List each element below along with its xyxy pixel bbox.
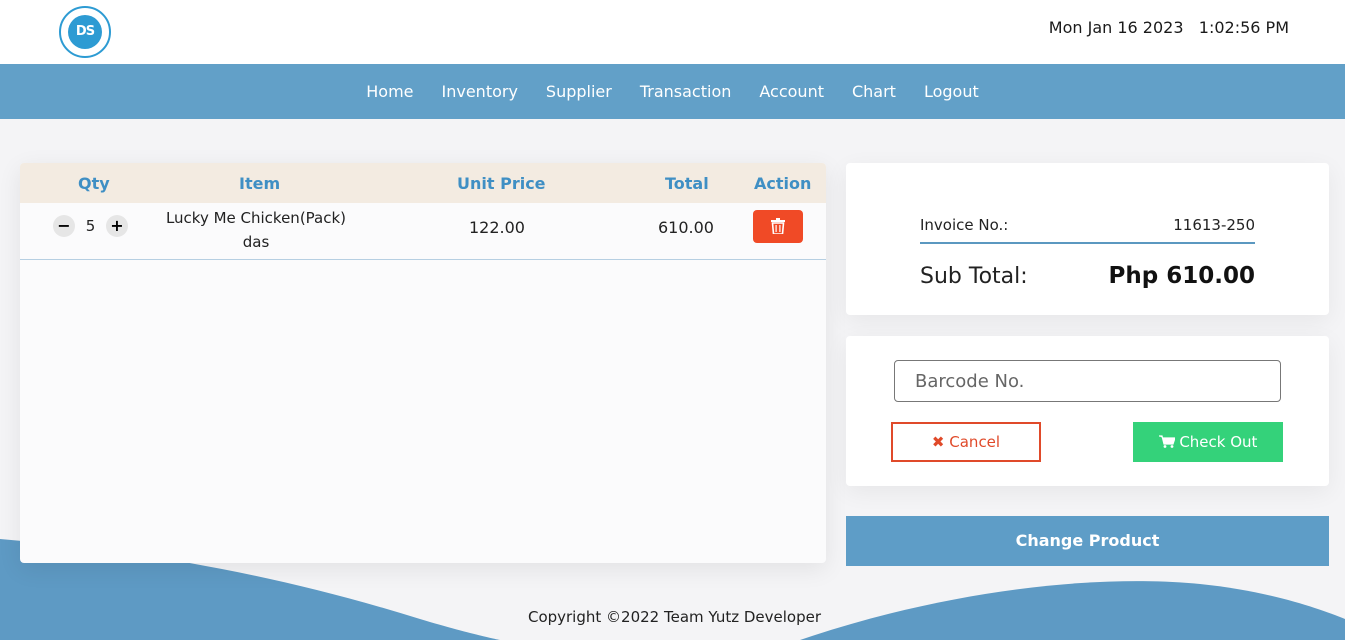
close-icon: ✖: [931, 433, 945, 451]
invoice-label: Invoice No.:: [920, 216, 1009, 234]
nav-supplier[interactable]: Supplier: [532, 82, 626, 101]
header-action: Action: [754, 174, 812, 193]
header-total: Total: [665, 174, 709, 193]
logo-mark: DS: [68, 15, 102, 49]
invoice-divider: [920, 242, 1255, 244]
datetime: Mon Jan 16 2023 1:02:56 PM: [1049, 18, 1289, 37]
date-text: Mon Jan 16 2023: [1048, 18, 1184, 37]
quantity-stepper: − 5 +: [53, 215, 128, 237]
nav-account[interactable]: Account: [745, 82, 838, 101]
header-qty: Qty: [78, 174, 110, 193]
trash-icon: [771, 218, 785, 235]
change-product-button[interactable]: Change Product: [846, 516, 1329, 566]
checkout-label: Check Out: [1179, 433, 1258, 451]
top-bar: DS Mon Jan 16 2023 1:02:56 PM: [0, 0, 1345, 64]
unit-price: 122.00: [469, 218, 525, 237]
nav-logout[interactable]: Logout: [910, 82, 993, 101]
invoice-number: 11613-250: [1173, 216, 1255, 234]
barcode-card: ✖ Cancel Check Out: [846, 336, 1329, 486]
minus-icon[interactable]: −: [53, 215, 75, 237]
item-name-line1: Lucky Me Chicken(Pack): [165, 209, 347, 227]
invoice-card: Invoice No.: 11613-250 Sub Total: Php 61…: [846, 163, 1329, 315]
item-name-line2: das: [242, 233, 270, 251]
cart-icon: [1158, 435, 1176, 448]
nav-chart[interactable]: Chart: [838, 82, 910, 101]
table-row: − 5 + Lucky Me Chicken(Pack) das 122.00 …: [20, 203, 826, 260]
barcode-input[interactable]: [894, 360, 1281, 402]
subtotal-label: Sub Total:: [920, 264, 1028, 289]
footer-copyright: Copyright ©2022 Team Yutz Developer: [527, 608, 822, 626]
header-item: Item: [239, 174, 281, 193]
subtotal-value: Php 610.00: [1108, 263, 1255, 289]
header-unit-price: Unit Price: [457, 174, 546, 193]
cart-table: Qty Item Unit Price Total Action − 5 + L…: [20, 163, 826, 563]
row-total: 610.00: [658, 218, 714, 237]
nav-home[interactable]: Home: [352, 82, 427, 101]
logo[interactable]: DS: [59, 6, 111, 58]
plus-icon[interactable]: +: [106, 215, 128, 237]
cancel-label: Cancel: [949, 433, 1001, 451]
quantity-value: 5: [85, 217, 96, 235]
time-text: 1:02:56 PM: [1198, 18, 1289, 37]
delete-button[interactable]: [753, 210, 803, 243]
table-header: Qty Item Unit Price Total Action: [20, 163, 826, 203]
main-nav: Home Inventory Supplier Transaction Acco…: [0, 64, 1345, 119]
nav-transaction[interactable]: Transaction: [626, 82, 746, 101]
cancel-button[interactable]: ✖ Cancel: [891, 422, 1041, 462]
checkout-button[interactable]: Check Out: [1133, 422, 1283, 462]
item-name: Lucky Me Chicken(Pack) das: [156, 206, 356, 254]
nav-inventory[interactable]: Inventory: [428, 82, 532, 101]
